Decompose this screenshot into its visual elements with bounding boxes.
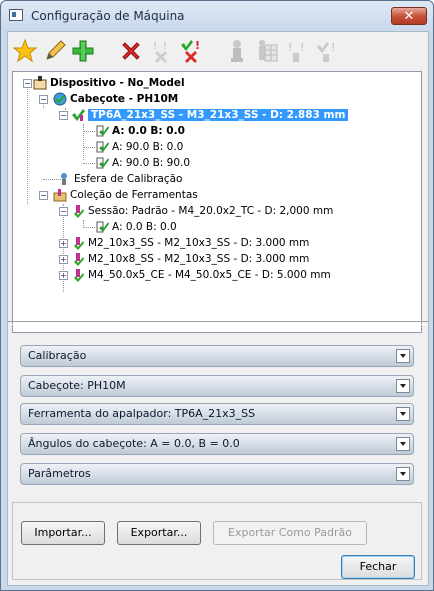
tool-icon bbox=[71, 268, 85, 282]
tree-node-probe[interactable]: TP6A_21x3_SS - M3_21x3_SS - D: 2.883 mm bbox=[71, 107, 349, 123]
expand-device[interactable]: − bbox=[23, 79, 32, 88]
window-icon bbox=[9, 9, 23, 21]
probe-check-icon bbox=[71, 108, 85, 122]
tree-node-angle-2[interactable]: A: 90.0 B: 0.0 bbox=[95, 139, 183, 155]
panel-parameters-label: Parâmetros bbox=[28, 467, 91, 480]
session-label: Sessão: Padrão - M4_20.0x2_TC - D: 2,000… bbox=[88, 205, 334, 217]
angle-icon bbox=[95, 156, 109, 170]
toolbar: !! ! !! ! bbox=[8, 32, 428, 70]
angle-2-label: A: 90.0 B: 0.0 bbox=[112, 141, 184, 153]
expand-tool-2[interactable]: + bbox=[59, 255, 68, 264]
dialog-body: !! ! !! ! − Dispositivo - No_Model − Cab… bbox=[7, 31, 429, 586]
tree-node-angle-3[interactable]: A: 90.0 B: 90.0 bbox=[95, 155, 190, 171]
footer-area: Importar... Exportar... Exportar Como Pa… bbox=[12, 502, 422, 580]
plus-icon[interactable] bbox=[70, 38, 96, 64]
tree-node-head[interactable]: Cabeçote - PH10M bbox=[53, 91, 178, 107]
tool-icon bbox=[71, 204, 85, 218]
expand-session[interactable]: − bbox=[59, 207, 68, 216]
sphere-icon bbox=[57, 172, 71, 186]
tree-node-tool-1[interactable]: M2_10x3_SS - M2_10x3_SS - D: 3.000 mm bbox=[71, 235, 309, 251]
svg-text:!: ! bbox=[163, 41, 167, 52]
angle-3-label: A: 90.0 B: 90.0 bbox=[112, 157, 191, 169]
warning-icon: !! bbox=[284, 38, 310, 64]
tree-node-session[interactable]: Sessão: Padrão - M4_20.0x2_TC - D: 2,000… bbox=[71, 203, 333, 219]
tree-node-tools[interactable]: Coleção de Ferramentas bbox=[53, 187, 198, 203]
tree-node-angle-1[interactable]: A: 0.0 B: 0.0 bbox=[95, 123, 185, 139]
expand-tools[interactable]: − bbox=[39, 191, 48, 200]
chevron-down-icon[interactable] bbox=[396, 379, 410, 393]
device-label: Dispositivo - No_Model bbox=[50, 77, 185, 89]
svg-text:!: ! bbox=[331, 41, 335, 54]
head-icon bbox=[53, 92, 67, 106]
svg-text:!: ! bbox=[288, 41, 292, 54]
probe-icon bbox=[224, 38, 250, 64]
tree-node-device[interactable]: Dispositivo - No_Model bbox=[33, 75, 185, 91]
close-button[interactable]: Fechar bbox=[341, 555, 415, 579]
configuration-tree[interactable]: − Dispositivo - No_Model − Cabeçote - PH… bbox=[12, 71, 422, 333]
chevron-down-icon[interactable] bbox=[396, 437, 410, 451]
device-icon bbox=[33, 76, 47, 90]
check-delete-icon[interactable]: ! bbox=[178, 38, 204, 64]
delete-icon[interactable] bbox=[118, 38, 144, 64]
session-angle-label: A: 0.0 B: 0.0 bbox=[112, 221, 177, 233]
panel-angles[interactable]: Ângulos do cabeçote: A = 0.0, B = 0.0 bbox=[20, 433, 414, 455]
expand-tool-1[interactable]: + bbox=[59, 239, 68, 248]
panel-parameters[interactable]: Parâmetros bbox=[20, 463, 414, 485]
expand-head[interactable]: − bbox=[39, 95, 48, 104]
tool-1-label: M2_10x3_SS - M2_10x3_SS - D: 3.000 mm bbox=[88, 237, 310, 249]
chevron-down-icon[interactable] bbox=[396, 407, 410, 421]
svg-text:!: ! bbox=[153, 41, 157, 52]
grid-icon bbox=[254, 38, 280, 64]
angle-1-label: A: 0.0 B: 0.0 bbox=[112, 125, 185, 137]
panel-probe-tool-label: Ferramenta do apalpador: TP6A_21x3_SS bbox=[28, 407, 256, 420]
svg-text:!: ! bbox=[195, 39, 200, 52]
svg-text:!: ! bbox=[300, 41, 304, 54]
chevron-down-icon[interactable] bbox=[396, 349, 410, 363]
export-button[interactable]: Exportar... bbox=[117, 521, 201, 545]
angle-icon bbox=[95, 220, 109, 234]
expand-tool-3[interactable]: + bbox=[59, 271, 68, 280]
tree-node-session-angle[interactable]: A: 0.0 B: 0.0 bbox=[95, 219, 177, 235]
tools-label: Coleção de Ferramentas bbox=[70, 189, 198, 201]
tool-icon bbox=[71, 252, 85, 266]
title-bar: Configuração de Máquina ✕ bbox=[1, 1, 433, 31]
tool-2-label: M2_10x8_SS - M2_10x3_SS - D: 3.000 mm bbox=[88, 253, 310, 265]
pencil-icon[interactable] bbox=[42, 38, 68, 64]
angle-icon bbox=[95, 124, 109, 138]
delete-warning-icon: !! bbox=[148, 38, 174, 64]
tree-node-tool-3[interactable]: M4_50.0x5_CE - M4_50.0x5_CE - D: 5.000 m… bbox=[71, 267, 331, 283]
sphere-label: Esfera de Calibração bbox=[74, 173, 183, 185]
divider bbox=[8, 321, 428, 325]
panel-head[interactable]: Cabeçote: PH10M bbox=[20, 375, 414, 397]
star-icon[interactable] bbox=[12, 38, 38, 64]
export-default-button: Exportar Como Padrão bbox=[213, 521, 367, 545]
check-warning-icon: ! bbox=[314, 38, 340, 64]
panel-head-label: Cabeçote: PH10M bbox=[28, 379, 126, 392]
close-window-button[interactable]: ✕ bbox=[391, 7, 427, 25]
tools-icon bbox=[53, 188, 67, 202]
tree-node-tool-2[interactable]: M2_10x8_SS - M2_10x3_SS - D: 3.000 mm bbox=[71, 251, 309, 267]
angle-icon bbox=[95, 140, 109, 154]
import-button[interactable]: Importar... bbox=[21, 521, 105, 545]
machine-config-window: Configuração de Máquina ✕ !! ! ! ! ! − D… bbox=[0, 0, 434, 591]
probe-label: TP6A_21x3_SS - M3_21x3_SS - D: 2.883 mm bbox=[88, 109, 349, 121]
window-title: Configuração de Máquina bbox=[31, 9, 185, 23]
tool-icon bbox=[71, 236, 85, 250]
tree-node-sphere[interactable]: Esfera de Calibração bbox=[57, 171, 182, 187]
expand-probe[interactable]: − bbox=[59, 111, 68, 120]
head-label: Cabeçote - PH10M bbox=[70, 93, 179, 105]
panel-calibration-label: Calibração bbox=[28, 349, 87, 362]
panel-angles-label: Ângulos do cabeçote: A = 0.0, B = 0.0 bbox=[28, 437, 240, 450]
panel-calibration[interactable]: Calibração bbox=[20, 345, 414, 367]
panel-probe-tool[interactable]: Ferramenta do apalpador: TP6A_21x3_SS bbox=[20, 403, 414, 425]
chevron-down-icon[interactable] bbox=[396, 467, 410, 481]
tool-3-label: M4_50.0x5_CE - M4_50.0x5_CE - D: 5.000 m… bbox=[88, 269, 331, 281]
